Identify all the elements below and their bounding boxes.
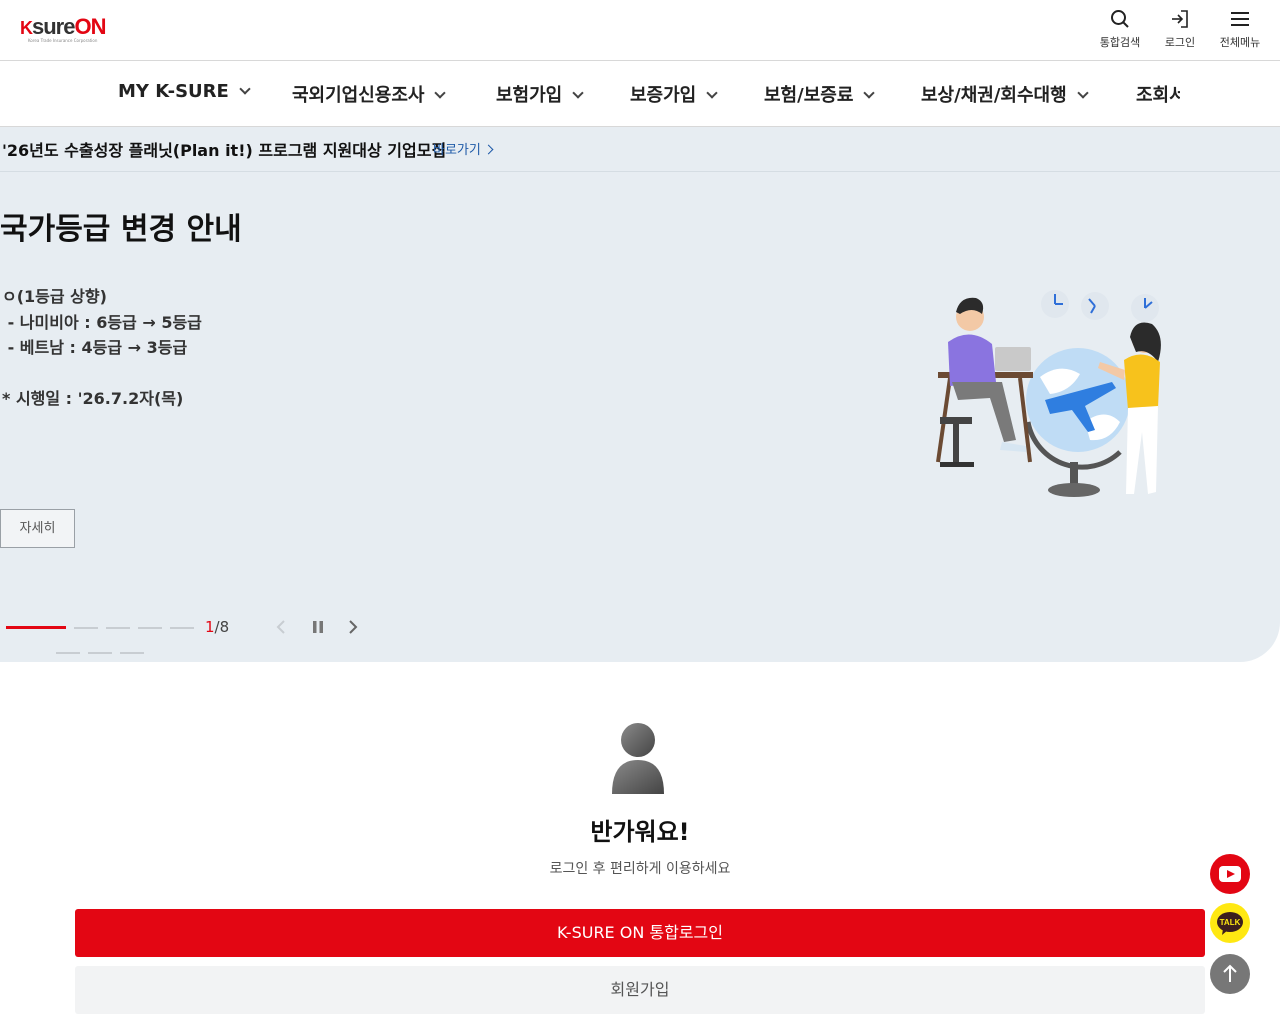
next-slide-icon[interactable] xyxy=(346,619,360,635)
hero-title: 국가등급 변경 안내 xyxy=(0,212,242,247)
travel-globe-illustration xyxy=(936,290,1161,497)
login-button-header[interactable]: 로그인 xyxy=(1150,6,1210,56)
slide-counter: 1/8 xyxy=(205,618,230,636)
logo-tagline: Korea Trade Insurance Corporation xyxy=(28,38,98,43)
nav-compensation-recovery[interactable]: 보상/채권/회수대행 xyxy=(921,81,1089,107)
site-header: KsureON Korea Trade Insurance Corporatio… xyxy=(0,0,1280,61)
nav-guarantee-join[interactable]: 보증가입 xyxy=(630,81,718,107)
all-menu-button[interactable]: 전체메뉴 xyxy=(1210,6,1270,56)
slide-indicator-2[interactable] xyxy=(74,627,98,629)
kakao-talk-button[interactable]: TALK xyxy=(1210,903,1250,943)
slide-indicator-4[interactable] xyxy=(138,627,162,629)
chevron-down-icon xyxy=(434,87,447,99)
chevron-down-icon xyxy=(863,87,876,99)
notice-bar: '26년도 수출성장 플래닛(Plan it!) 프로그램 지원대상 기업모집 … xyxy=(0,127,1280,172)
hero-slider: 국가등급 변경 안내 ㅇ(1등급 상향) - 나미비아 : 6등급 → 5등급 … xyxy=(0,172,1280,662)
kakao-talk-icon: TALK xyxy=(1217,912,1243,935)
page: KsureON Korea Trade Insurance Corporatio… xyxy=(0,0,1280,1024)
main-navigation: MY K-SURE 국외기업신용조사 보험가입 보증가입 보험/보증료 보상/채… xyxy=(0,61,1280,127)
chevron-down-icon xyxy=(572,87,584,99)
nav-insurance-join[interactable]: 보험가입 xyxy=(496,81,584,107)
slide-indicator-6[interactable] xyxy=(56,652,80,654)
login-section: 반가워요! 로그인 후 편리하게 이용하세요 K-SURE ON 통합로그인 회… xyxy=(0,676,1280,1024)
chevron-down-icon xyxy=(706,87,718,99)
prev-slide-icon[interactable] xyxy=(274,619,288,635)
nav-my-ksure[interactable]: MY K-SURE xyxy=(118,81,251,107)
integrated-login-button[interactable]: K-SURE ON 통합로그인 xyxy=(75,909,1205,957)
login-label: 로그인 xyxy=(1164,36,1196,49)
slide-indicator-1[interactable] xyxy=(6,626,66,629)
arrow-up-icon xyxy=(1223,964,1237,982)
slide-indicator-8[interactable] xyxy=(120,652,144,654)
login-icon xyxy=(1172,10,1188,28)
slide-indicator-7[interactable] xyxy=(88,652,112,654)
detail-button[interactable]: 자세히 xyxy=(0,509,75,548)
search-icon xyxy=(1111,10,1129,28)
hero-body: ㅇ(1등급 상향) - 나미비아 : 6등급 → 5등급 - 베트남 : 4등급… xyxy=(2,287,202,408)
nav-overseas-credit-check[interactable]: 국외기업신용조사 xyxy=(292,81,447,107)
logo-wordmark: KsureON xyxy=(20,14,106,39)
user-avatar-icon xyxy=(612,723,664,794)
slide-pager xyxy=(0,612,400,662)
slide-indicator-3[interactable] xyxy=(106,627,130,629)
slide-indicator-5[interactable] xyxy=(170,627,194,629)
integrated-search-button[interactable]: 통합검색 xyxy=(1090,6,1150,56)
youtube-icon xyxy=(1219,866,1241,882)
notice-shortcut-link[interactable]: 바로가기 xyxy=(433,139,494,158)
chevron-right-icon xyxy=(483,144,494,155)
kakao-talk-label: TALK xyxy=(1220,918,1241,927)
sign-up-button[interactable]: 회원가입 xyxy=(75,966,1205,1014)
nav-premium[interactable]: 보험/보증료 xyxy=(764,81,876,107)
notice-text: '26년도 수출성장 플래닛(Plan it!) 프로그램 지원대상 기업모집 xyxy=(2,141,447,160)
welcome-subtitle: 로그인 후 편리하게 이용하세요 xyxy=(549,861,731,877)
main-navigation-inner: MY K-SURE 국외기업신용조사 보험가입 보증가입 보험/보증료 보상/채… xyxy=(0,61,1180,126)
youtube-button[interactable] xyxy=(1210,854,1250,894)
all-menu-label: 전체메뉴 xyxy=(1219,36,1261,49)
chevron-down-icon xyxy=(239,83,251,95)
hamburger-menu-icon xyxy=(1231,12,1249,26)
nav-inquiry[interactable]: 조회서 xyxy=(1136,81,1180,107)
search-label: 통합검색 xyxy=(1099,36,1141,49)
scroll-to-top-button[interactable] xyxy=(1210,954,1250,994)
welcome-title: 반가워요! xyxy=(590,818,690,846)
pause-icon[interactable] xyxy=(310,619,326,635)
chevron-down-icon xyxy=(1076,87,1089,99)
ksure-on-logo[interactable]: KsureON Korea Trade Insurance Corporatio… xyxy=(20,12,120,46)
